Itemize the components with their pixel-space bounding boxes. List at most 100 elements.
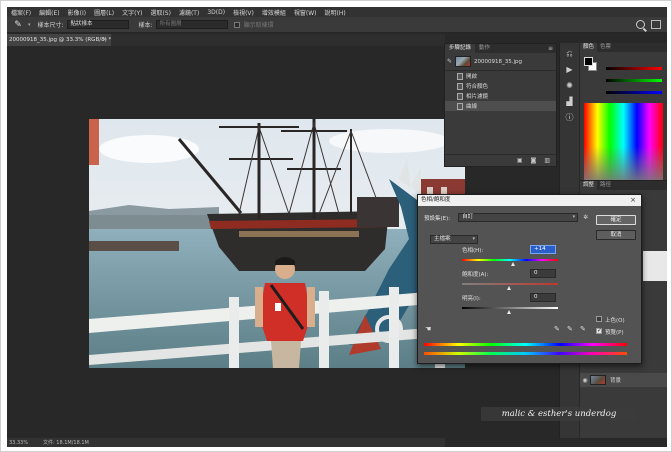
saturation-slider-track[interactable] [462, 283, 558, 285]
sample-size-select[interactable]: 點狀樣本 [66, 20, 129, 29]
zoom-level[interactable]: 33.33% [9, 440, 35, 446]
ship-harbor-photo [89, 119, 465, 368]
photoshop-window: 檔案(F) 編輯(E) 影像(I) 圖層(L) 文字(Y) 選取(S) 濾鏡(T… [7, 7, 667, 447]
eyedropper-plus-icon[interactable]: ✎ [567, 325, 573, 333]
layer-row-background[interactable]: ◉ 背景 [580, 373, 667, 387]
hue-input[interactable]: +14 [530, 245, 556, 254]
close-icon[interactable]: × [102, 34, 107, 46]
hue-saturation-dialog: 色相/飽和度 × 預設集(E): 自訂 ✲ 確定 取消 主檔案 色相(H): +… [417, 194, 642, 364]
saturation-label: 飽和度(A): [462, 272, 489, 278]
ok-button[interactable]: 確定 [596, 215, 636, 225]
color-spectrum[interactable] [584, 103, 663, 181]
history-step[interactable]: 符合顏色 [445, 81, 556, 91]
history-panel-icon[interactable]: ⎌ [560, 49, 579, 59]
hue-slider-thumb[interactable] [511, 262, 516, 266]
document-info: 文件: 18.1M/18.1M [43, 440, 89, 446]
menu-image[interactable]: 影像(I) [64, 8, 90, 17]
preset-select[interactable]: 自訂 [458, 213, 579, 222]
preset-gear-icon[interactable]: ✲ [583, 214, 588, 221]
tab-actions[interactable]: 動作 [475, 44, 494, 53]
preview-label: 預覽(P) [605, 330, 624, 336]
camera-icon[interactable]: ◙ [531, 157, 537, 164]
menu-layer[interactable]: 圖層(L) [90, 8, 118, 17]
tab-history[interactable]: 步驟記錄 [445, 44, 476, 53]
lightness-slider-thumb[interactable] [507, 310, 511, 314]
eyedropper-icon[interactable]: ✎ [554, 325, 560, 333]
preset-row: 預設集(E): 自訂 ✲ [424, 213, 588, 222]
dialog-title-bar[interactable]: 色相/飽和度 × [418, 195, 641, 206]
colorize-checkbox[interactable] [596, 316, 602, 322]
menu-view[interactable]: 檢視(V) [229, 8, 258, 17]
status-bar: 33.33% 文件: 18.1M/18.1M [7, 438, 445, 447]
dialog-title: 色相/飽和度 [421, 197, 451, 203]
lightness-slider-track[interactable] [462, 307, 558, 309]
play-icon[interactable]: ▶ [560, 65, 579, 75]
foreground-color-swatch[interactable] [584, 57, 593, 66]
lightness-input[interactable]: 0 [530, 293, 556, 302]
menu-type[interactable]: 文字(Y) [118, 8, 146, 17]
menu-help[interactable]: 說明(H) [321, 8, 350, 17]
lightness-label: 明亮(I): [462, 296, 481, 302]
red-slider[interactable] [606, 67, 662, 70]
preview-checkbox[interactable] [596, 327, 602, 334]
tab-swatches[interactable]: 色票 [597, 43, 614, 52]
hand-adjust-icon[interactable]: ☚ [425, 325, 431, 333]
menu-file[interactable]: 檔案(F) [7, 8, 35, 17]
tool-preset-caret-icon[interactable]: ▾ [28, 22, 31, 28]
hue-slider-track[interactable] [462, 259, 558, 261]
history-step[interactable]: 開啟 [445, 71, 556, 81]
eyedropper-minus-icon[interactable]: ✎ [580, 325, 586, 333]
document-tab-title: 20000918_35.jpg @ 33.3% (RGB/8) * [9, 37, 112, 43]
document-tab[interactable]: 20000918_35.jpg @ 33.3% (RGB/8) * × [7, 34, 111, 46]
tab-adjustments[interactable]: 調整 [580, 181, 598, 190]
menu-edit[interactable]: 編輯(E) [35, 8, 63, 17]
sun-icon[interactable]: ✺ [560, 81, 579, 91]
close-icon[interactable]: × [630, 195, 636, 206]
sample-size-label: 樣本尺寸: [37, 22, 64, 29]
new-document-icon[interactable]: ▣ [517, 157, 523, 164]
history-snapshot[interactable]: ✎ 20000918_35.jpg [445, 53, 556, 71]
history-panel: 步驟記錄 動作 ≡ ✎ 20000918_35.jpg 開啟 符合顏色 相片濾鏡… [444, 43, 557, 167]
saturation-slider-thumb[interactable] [507, 286, 511, 290]
canvas-area[interactable] [7, 46, 465, 438]
history-step-label: 曲線 [466, 104, 478, 110]
search-icon[interactable] [636, 20, 645, 29]
result-color-bar [424, 352, 627, 355]
show-sampling-ring-checkbox[interactable] [233, 21, 240, 28]
trash-icon[interactable]: ▥ [544, 157, 550, 164]
history-brush-icon[interactable]: ✎ [447, 58, 455, 65]
tab-paths[interactable]: 路徑 [597, 181, 614, 190]
history-step[interactable]: 相片濾鏡 [445, 91, 556, 101]
layer-thumbnail [590, 375, 606, 385]
tab-color[interactable]: 顏色 [580, 43, 598, 52]
history-step-label: 開啟 [466, 74, 478, 80]
cancel-button[interactable]: 取消 [596, 230, 636, 240]
info-icon[interactable]: ⓘ [560, 113, 579, 123]
menu-plugins[interactable]: 增效模組 [258, 8, 290, 17]
saturation-input[interactable]: 0 [530, 269, 556, 278]
sample-layers-select[interactable]: 所有圖層 [155, 20, 228, 29]
eye-icon[interactable]: ◉ [580, 377, 590, 384]
history-step-current[interactable]: 曲線 [445, 101, 556, 111]
sample-label: 樣本: [138, 22, 153, 29]
green-slider[interactable] [606, 79, 662, 82]
preset-label: 預設集(E): [424, 215, 451, 222]
document-photo[interactable] [89, 119, 465, 368]
menu-select[interactable]: 選取(S) [146, 8, 175, 17]
screenshot-frame: 檔案(F) 編輯(E) 影像(I) 圖層(L) 文字(Y) 選取(S) 濾鏡(T… [0, 0, 672, 452]
snapshot-name: 20000918_35.jpg [474, 58, 523, 65]
color-panel-tabs: 顏色 色票 [580, 43, 667, 52]
channel-select[interactable]: 主檔案 [430, 235, 478, 244]
workspace-icon[interactable] [651, 20, 661, 29]
options-bar: ✎ ▾ 樣本尺寸: 點狀樣本 樣本: 所有圖層 顯示取樣環 [7, 17, 667, 33]
blue-slider[interactable] [606, 91, 662, 94]
menu-3d[interactable]: 3D(D) [203, 9, 229, 16]
eyedropper-tool-icon[interactable]: ✎ [11, 19, 25, 31]
menu-filter[interactable]: 濾鏡(T) [175, 8, 203, 17]
menu-window[interactable]: 視窗(W) [290, 8, 321, 17]
history-step-label: 符合顏色 [466, 84, 489, 90]
levels-icon[interactable]: ▟ [560, 97, 579, 107]
history-panel-tabs: 步驟記錄 動作 ≡ [445, 44, 556, 53]
show-sampling-ring-label: 顯示取樣環 [243, 22, 274, 29]
panel-menu-icon[interactable]: ≡ [548, 44, 553, 53]
